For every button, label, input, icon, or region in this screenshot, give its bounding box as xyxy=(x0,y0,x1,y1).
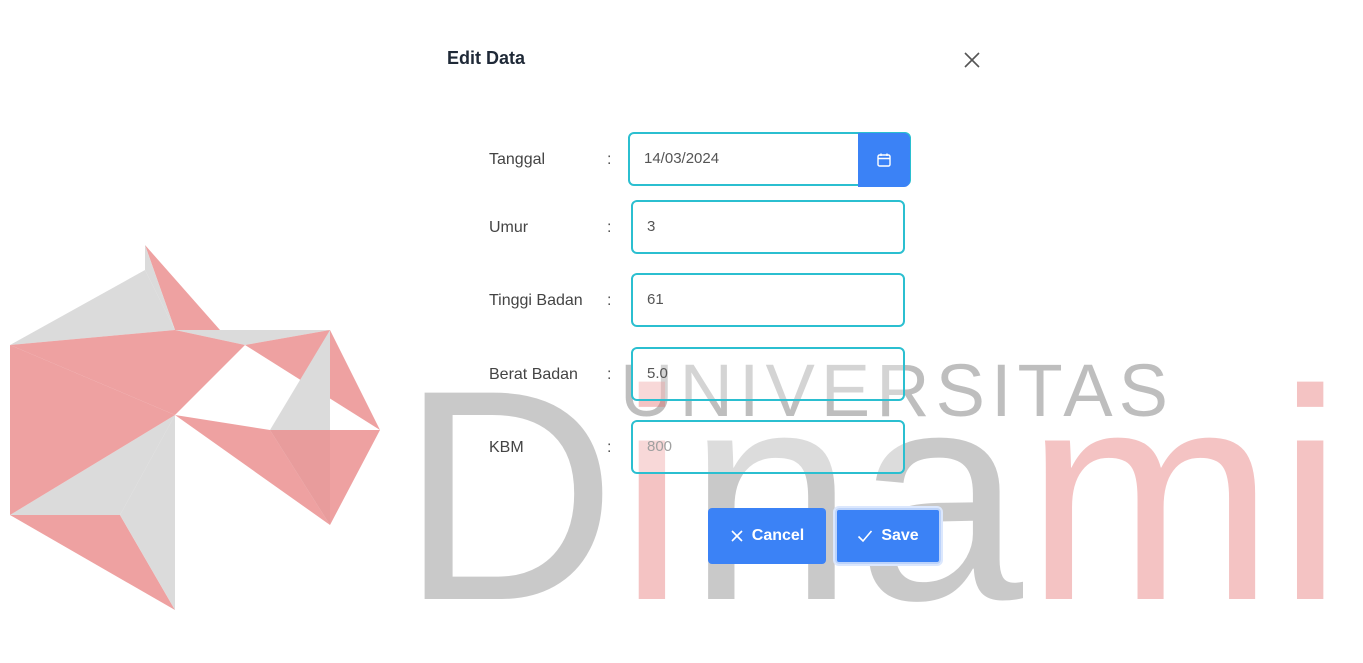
umur-input[interactable]: 3 xyxy=(631,200,905,254)
berat-badan-input[interactable]: 5.0 xyxy=(631,347,905,401)
cancel-label: Cancel xyxy=(751,527,805,544)
watermark-letter: mi xyxy=(1025,327,1346,663)
berat-badan-label: Berat Badan xyxy=(489,366,578,383)
kbm-label: KBM xyxy=(489,439,524,456)
tinggi-badan-input[interactable]: 61 xyxy=(631,273,905,327)
form-row-tanggal: Tanggal : 14/03/2024 xyxy=(489,132,949,188)
tanggal-value: 14/03/2024 xyxy=(644,150,720,167)
calendar-icon xyxy=(877,153,891,167)
cancel-button[interactable]: Cancel xyxy=(708,508,826,564)
form-row-berat-badan: Berat Badan : 5.0 xyxy=(489,347,949,403)
form-row-kbm: KBM : 800 xyxy=(489,420,949,476)
save-label: Save xyxy=(881,527,919,544)
umur-label: Umur xyxy=(489,219,529,236)
close-icon xyxy=(731,530,743,542)
close-icon xyxy=(964,52,980,68)
form-row-tinggi-badan: Tinggi Badan : 61 xyxy=(489,273,949,329)
close-button[interactable] xyxy=(960,48,984,72)
colon: : xyxy=(607,219,612,236)
colon: : xyxy=(607,292,612,309)
colon: : xyxy=(607,439,612,456)
tinggi-badan-label: Tinggi Badan xyxy=(489,292,583,309)
calendar-button[interactable] xyxy=(858,133,910,187)
colon: : xyxy=(607,366,612,383)
tanggal-date-field[interactable]: 14/03/2024 xyxy=(628,132,911,187)
kbm-input[interactable]: 800 xyxy=(631,420,905,474)
tanggal-label: Tanggal xyxy=(489,151,546,168)
edit-dialog: Edit Data Tanggal : 14/03/2024 Umur : 3 … xyxy=(420,20,1020,640)
dialog-title: Edit Data xyxy=(447,48,526,68)
dinamika-logo xyxy=(10,245,380,610)
save-button[interactable]: Save xyxy=(833,506,943,566)
colon: : xyxy=(607,151,612,168)
check-icon xyxy=(858,530,873,543)
form-row-umur: Umur : 3 xyxy=(489,200,949,256)
watermark-letter: ka xyxy=(1346,327,1363,663)
